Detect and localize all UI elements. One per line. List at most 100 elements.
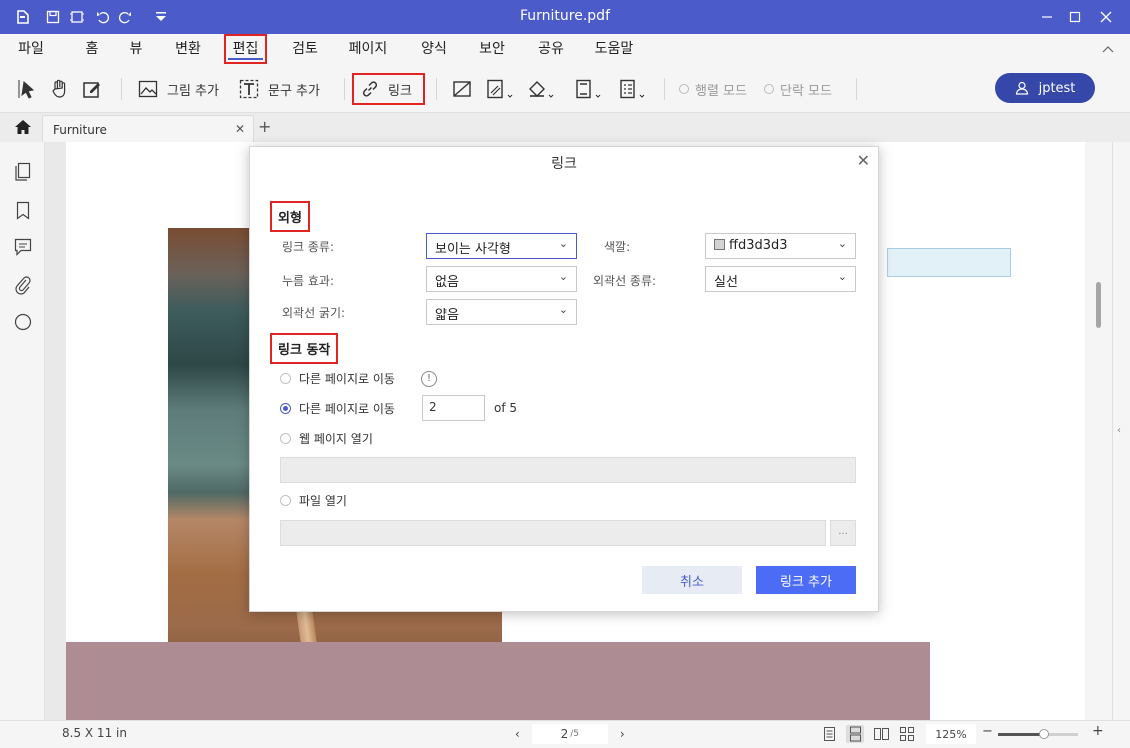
bookmark-icon[interactable]	[14, 201, 32, 220]
menu-file[interactable]: 파일	[15, 38, 47, 60]
pages-thumbnail-icon[interactable]	[14, 162, 32, 181]
zoom-level-field[interactable]: 125%	[926, 724, 976, 744]
url-input[interactable]	[280, 457, 856, 483]
browse-file-button[interactable]: ...	[830, 520, 856, 546]
text-box-icon	[239, 79, 259, 99]
next-page-icon[interactable]: ›	[620, 727, 625, 741]
menu-help[interactable]: 도움말	[592, 38, 636, 60]
zoom-out-icon[interactable]: −	[982, 724, 993, 739]
row-mode-option[interactable]: 행렬 모드	[679, 76, 747, 102]
border-width-value: 얇음	[435, 308, 459, 323]
add-image-label: 그림 추가	[167, 83, 219, 99]
add-tab-icon[interactable]: +	[258, 117, 271, 136]
appearance-section-title: 외형	[270, 201, 310, 232]
add-image-button[interactable]: 그림 추가	[138, 76, 219, 102]
menu-form[interactable]: 양식	[418, 38, 450, 60]
add-link-button[interactable]: 링크 추가	[756, 566, 856, 594]
menu-convert[interactable]: 변환	[172, 38, 204, 60]
menu-view[interactable]: 뷰	[126, 38, 146, 60]
vertical-scrollbar[interactable]	[1085, 142, 1112, 720]
crop-icon[interactable]	[452, 76, 472, 102]
user-account-button[interactable]: jptest	[995, 73, 1095, 103]
close-tab-icon[interactable]: ✕	[235, 122, 245, 136]
link-type-value: 보이는 사각형	[435, 242, 511, 257]
search-icon[interactable]	[14, 313, 32, 331]
menu-security[interactable]: 보안	[476, 38, 508, 60]
attachment-icon[interactable]	[14, 275, 32, 295]
maximize-button[interactable]	[1062, 5, 1088, 29]
two-page-view-icon[interactable]	[872, 725, 890, 743]
paragraph-mode-label: 단락 모드	[780, 83, 832, 99]
menu-page[interactable]: 페이지	[346, 38, 390, 60]
link-type-select[interactable]: 보이는 사각형 ⌄	[426, 233, 577, 259]
chevron-down-icon: ⌄	[558, 237, 568, 250]
open-file-option[interactable]: 파일 열기	[280, 492, 347, 509]
highlight-select[interactable]: 없음 ⌄	[426, 266, 577, 292]
tab-furniture[interactable]: Furniture ✕	[42, 115, 254, 143]
bates-number-icon[interactable]	[618, 76, 646, 102]
toolbar-divider	[121, 78, 122, 100]
menu-edit[interactable]: 편집	[224, 34, 267, 64]
border-style-label: 외곽선 종류:	[593, 274, 657, 288]
file-path-input[interactable]	[280, 520, 826, 546]
link-type-label: 링크 종류:	[282, 240, 335, 254]
page-number-input[interactable]: 2	[422, 395, 485, 421]
menu-review[interactable]: 검토	[289, 38, 321, 60]
header-footer-icon[interactable]	[574, 76, 602, 102]
home-icon[interactable]	[14, 119, 32, 139]
color-swatch	[714, 239, 725, 250]
border-width-select[interactable]: 얇음 ⌄	[426, 299, 577, 325]
link-action-section-title: 링크 동작	[269, 333, 339, 364]
continuous-view-icon[interactable]	[846, 725, 864, 743]
zoom-slider-handle[interactable]	[1039, 729, 1050, 739]
select-tool-icon[interactable]	[16, 76, 38, 102]
single-page-view-icon[interactable]	[820, 725, 838, 743]
cancel-button[interactable]: 취소	[642, 566, 742, 594]
row-mode-radio[interactable]	[679, 84, 689, 94]
zoom-in-icon[interactable]: +	[1092, 723, 1104, 739]
comment-icon[interactable]	[14, 238, 32, 256]
watermark-icon[interactable]	[486, 76, 514, 102]
document-tab-bar: Furniture ✕ +	[0, 112, 1130, 143]
link-area-rectangle[interactable]	[887, 248, 1011, 277]
open-file-radio[interactable]	[280, 495, 291, 506]
zoom-slider[interactable]	[998, 729, 1078, 739]
goto-page-radio[interactable]	[280, 403, 291, 414]
open-web-page-option[interactable]: 웹 페이지 열기	[280, 430, 373, 447]
minimize-button[interactable]	[1034, 5, 1060, 29]
grid-view-icon[interactable]	[898, 725, 916, 743]
background-icon[interactable]	[527, 76, 555, 102]
color-select[interactable]: ffd3d3d3 ⌄	[705, 233, 856, 259]
info-icon[interactable]: !	[421, 371, 437, 387]
close-dialog-icon[interactable]: ✕	[857, 151, 870, 170]
page-navigator: ‹ 2 /5 ›	[515, 724, 625, 744]
expand-right-panel-icon[interactable]: ‹	[1117, 425, 1121, 436]
collapse-ribbon-icon[interactable]	[1102, 42, 1116, 56]
chevron-down-icon: ⌄	[558, 303, 568, 316]
hand-tool-icon[interactable]	[50, 76, 70, 102]
add-text-button[interactable]: 문구 추가	[239, 76, 320, 102]
status-bar: 8.5 X 11 in ‹ 2 /5 › 125% − +	[0, 720, 1130, 748]
edit-tool-icon[interactable]	[82, 76, 102, 102]
link-button[interactable]: 링크	[352, 73, 425, 105]
menu-share[interactable]: 공유	[535, 38, 567, 60]
prev-page-icon[interactable]: ‹	[515, 727, 520, 741]
paragraph-mode-option[interactable]: 단락 모드	[764, 76, 832, 102]
open-web-page-radio[interactable]	[280, 433, 291, 444]
goto-page-view-option[interactable]: 다른 페이지로 이동	[280, 370, 395, 387]
link-dialog: 링크 ✕ 외형 링크 종류: 보이는 사각형 ⌄ 색깔: ffd3d3d3 ⌄ …	[249, 146, 879, 612]
goto-page-option[interactable]: 다른 페이지로 이동	[280, 400, 395, 417]
border-style-value: 실선	[714, 275, 738, 290]
page-number-field[interactable]: 2 /5	[531, 724, 608, 744]
close-window-button[interactable]	[1093, 5, 1119, 29]
goto-page-view-radio[interactable]	[280, 373, 291, 384]
menu-home[interactable]: 홈	[82, 38, 102, 60]
border-style-select[interactable]: 실선 ⌄	[705, 266, 856, 292]
toolbar-divider	[664, 78, 665, 100]
scrollbar-thumb[interactable]	[1096, 282, 1101, 328]
paragraph-mode-radio[interactable]	[764, 84, 774, 94]
chevron-down-icon: ⌄	[837, 237, 847, 250]
chevron-down-icon: ⌄	[558, 270, 568, 283]
row-mode-label: 행렬 모드	[695, 83, 747, 99]
toolbar: 그림 추가 문구 추가 링크 행렬 모드 단락 모드	[0, 64, 1130, 112]
